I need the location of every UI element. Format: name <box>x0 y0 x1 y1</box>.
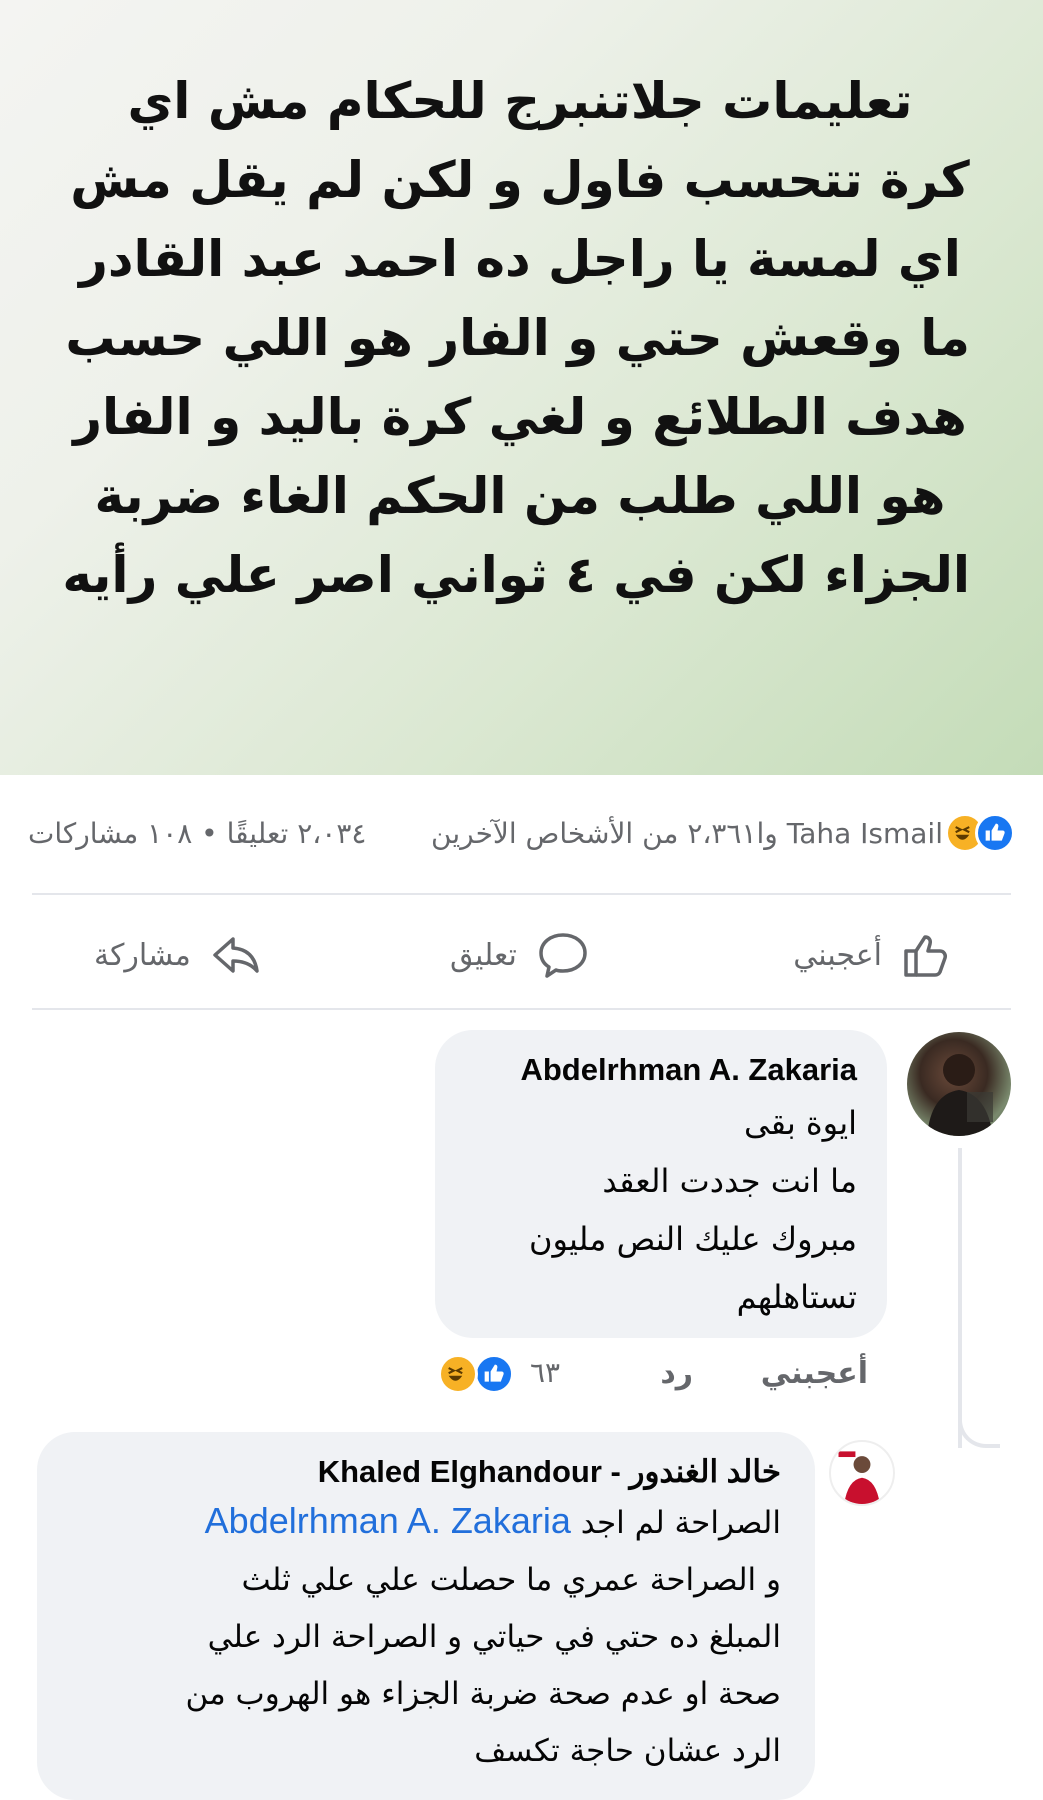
comment-text-line: الصراحة لم اجد Abdelrhman A. Zakaria <box>67 1492 781 1552</box>
comment-reply-button[interactable]: رد <box>660 1356 693 1391</box>
comment-author[interactable]: Abdelrhman A. Zakaria <box>465 1052 857 1088</box>
post-text-line: الجزاء لكن في ٤ ثواني اصر علي رأيه <box>62 546 970 604</box>
post-image-text: تعليمات جلاتنبرج للحكام مش اي كرة تتحسب … <box>62 62 970 615</box>
comment-actions: أعجبني رد ٦٣ <box>430 1350 868 1400</box>
comment-text-line: ايوة بقى <box>743 1104 857 1142</box>
like-button[interactable]: أعجبني <box>793 925 956 985</box>
comment-author[interactable]: خالد الغندور - Khaled Elghandour <box>67 1454 781 1490</box>
post-text-line: اي لمسة يا راجل ده احمد عبد القادر <box>79 230 961 288</box>
comment-text-line: المبلغ ده حتي في حياتي و الصراحة الرد عل… <box>207 1619 781 1655</box>
share-label: مشاركة <box>94 937 191 973</box>
post-summary-bar: Taha Ismail وا٢،٣٦١ من الأشخاص الآخرين ٢… <box>28 805 1015 865</box>
like-icon <box>975 813 1015 853</box>
avatar[interactable] <box>829 1440 895 1506</box>
thread-line-curve <box>958 1400 1000 1448</box>
reactions-count-text[interactable]: Taha Ismail وا٢،٣٦١ من الأشخاص الآخرين <box>431 817 943 850</box>
like-label: أعجبني <box>793 937 882 973</box>
comment-label: تعليق <box>450 937 517 973</box>
reactions-summary-icons[interactable] <box>945 813 1015 857</box>
comment-text-line: ما انت جددت العقد <box>602 1162 857 1200</box>
comment-reactions[interactable]: ٦٣ <box>430 1350 580 1400</box>
share-arrow-icon <box>213 937 259 973</box>
comment-bubble: خالد الغندور - Khaled Elghandour الصراحة… <box>37 1432 815 1800</box>
comment-text: الصراحة لم اجد <box>580 1505 781 1541</box>
post-text-line: كرة تتحسب فاول و لكن لم يقل مش <box>70 151 970 209</box>
share-button[interactable]: مشاركة <box>94 925 265 985</box>
divider <box>32 1008 1011 1010</box>
post-image[interactable]: تعليمات جلاتنبرج للحكام مش اي كرة تتحسب … <box>0 0 1043 775</box>
comment-bubble: Abdelrhman A. Zakaria ايوة بقى ما انت جد… <box>435 1030 887 1338</box>
comment-text-line: صحة او عدم صحة ضربة الجزاء هو الهروب من <box>185 1676 782 1712</box>
comment-text-line: و الصراحة عمري ما حصلت علي علي ثلث <box>241 1562 781 1598</box>
post-text-line: تعليمات جلاتنبرج للحكام مش اي <box>127 72 913 130</box>
comment-bubble-icon <box>539 933 587 978</box>
like-icon <box>474 1354 514 1394</box>
post-text-line: هدف الطلائع و لغي كرة باليد و الفار <box>73 388 967 446</box>
haha-icon <box>438 1354 478 1394</box>
comment-text-line: تستاهلهم <box>736 1278 857 1316</box>
post-action-bar: أعجبني تعليق مشاركة <box>32 895 1011 1015</box>
thumbs-up-icon <box>904 935 947 977</box>
comment-button[interactable]: تعليق <box>450 925 591 985</box>
comment-like-button[interactable]: أعجبني <box>761 1356 868 1391</box>
comment-text-line: مبروك عليك النص مليون <box>528 1220 857 1258</box>
comments-shares-count[interactable]: ٢،٠٣٤ تعليقًا • ١٠٨ مشاركات <box>28 817 366 850</box>
comment-reaction-count: ٦٣ <box>530 1356 561 1389</box>
post-text-line: ما وقعش حتي و الفار هو اللي حسب <box>65 309 970 367</box>
post-text-line: هو اللي طلب من الحكم الغاء ضربة <box>94 467 946 525</box>
comment-text-line: الرد عشان حاجة تكسف <box>474 1733 781 1769</box>
mention-link[interactable]: Abdelrhman A. Zakaria <box>205 1500 571 1541</box>
avatar[interactable] <box>907 1032 1011 1136</box>
